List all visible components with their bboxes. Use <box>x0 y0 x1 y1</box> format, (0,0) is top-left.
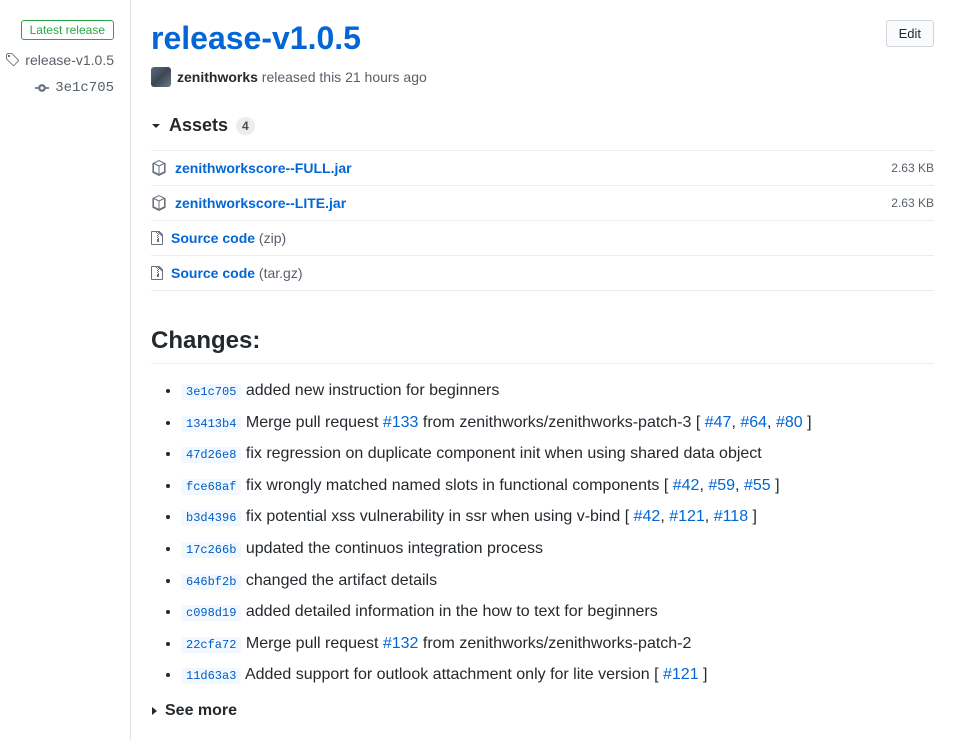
chevron-down-icon <box>151 121 161 131</box>
commit-hash[interactable]: 47d26e8 <box>181 447 241 463</box>
author-link[interactable]: zenithworks <box>177 69 258 85</box>
asset-link[interactable]: zenithworkscore--FULL.jar <box>175 160 352 176</box>
asset-suffix: (zip) <box>255 230 286 246</box>
assets-list: zenithworkscore--FULL.jar2.63 KBzenithwo… <box>151 150 934 291</box>
change-text: added detailed information in the how to… <box>241 603 657 620</box>
issue-link[interactable]: #59 <box>708 477 735 494</box>
issue-link[interactable]: #118 <box>714 508 748 525</box>
sidebar-commit-hash: 3e1c705 <box>55 80 114 96</box>
issue-link[interactable]: #80 <box>776 414 803 431</box>
asset-size: 2.63 KB <box>891 161 934 175</box>
tag-icon <box>5 52 19 68</box>
assets-toggle[interactable]: Assets 4 <box>151 115 934 136</box>
zip-icon <box>151 265 163 281</box>
change-item: fce68af fix wrongly matched named slots … <box>181 473 934 499</box>
change-text: ] <box>771 477 780 494</box>
pr-link[interactable]: #133 <box>383 414 419 431</box>
release-time: released this 21 hours ago <box>258 69 427 85</box>
issue-link[interactable]: #42 <box>673 477 700 494</box>
asset-link[interactable]: Source code (tar.gz) <box>171 265 303 281</box>
release-meta: zenithworks released this 21 hours ago <box>151 67 934 87</box>
change-text: from zenithworks/zenithworks-patch-3 [ <box>418 414 704 431</box>
asset-link[interactable]: zenithworkscore--LITE.jar <box>175 195 346 211</box>
commit-hash[interactable]: 646bf2b <box>181 574 241 590</box>
change-item: b3d4396 fix potential xss vulnerability … <box>181 504 934 530</box>
release-main: Edit release-v1.0.5 zenithworks released… <box>131 0 962 740</box>
change-text: from zenithworks/zenithworks-patch-2 <box>418 635 691 652</box>
change-item: 3e1c705 added new instruction for beginn… <box>181 378 934 404</box>
change-item: 22cfa72 Merge pull request #132 from zen… <box>181 631 934 657</box>
issue-link[interactable]: #42 <box>634 508 661 525</box>
package-icon <box>151 195 167 211</box>
issue-link[interactable]: #47 <box>705 414 732 431</box>
zip-icon <box>151 230 163 246</box>
assets-count: 4 <box>236 117 255 135</box>
commit-hash[interactable]: 17c266b <box>181 542 241 558</box>
release-title[interactable]: release-v1.0.5 <box>151 20 934 57</box>
asset-row: Source code (tar.gz) <box>151 255 934 291</box>
change-item: 11d63a3 Added support for outlook attach… <box>181 662 934 688</box>
change-item: 17c266b updated the continuos integratio… <box>181 536 934 562</box>
commit-hash[interactable]: b3d4396 <box>181 510 241 526</box>
commit-hash[interactable]: 22cfa72 <box>181 637 241 653</box>
sidebar-tag-label: release-v1.0.5 <box>25 52 114 68</box>
issue-link[interactable]: #55 <box>744 477 771 494</box>
avatar[interactable] <box>151 67 171 87</box>
assets-title: Assets <box>169 115 228 136</box>
change-text: changed the artifact details <box>241 572 437 589</box>
change-text: fix potential xss vulnerability in ssr w… <box>241 508 633 525</box>
issue-link[interactable]: #121 <box>663 666 699 683</box>
edit-button[interactable]: Edit <box>886 20 934 47</box>
change-item: c098d19 added detailed information in th… <box>181 599 934 625</box>
change-text: Merge pull request <box>241 414 382 431</box>
sidebar-tag[interactable]: release-v1.0.5 <box>0 52 114 68</box>
change-item: 13413b4 Merge pull request #133 from zen… <box>181 410 934 436</box>
chevron-right-icon <box>151 706 159 716</box>
change-text: ] <box>748 508 757 525</box>
change-text: fix wrongly matched named slots in funct… <box>241 477 672 494</box>
asset-row: zenithworkscore--LITE.jar 2.63 KB <box>151 185 934 220</box>
commit-hash[interactable]: 11d63a3 <box>181 668 241 684</box>
change-text: Merge pull request <box>241 635 382 652</box>
asset-link[interactable]: Source code (zip) <box>171 230 286 246</box>
asset-row: zenithworkscore--FULL.jar 2.63 KB <box>151 150 934 185</box>
commit-hash[interactable]: 13413b4 <box>181 416 241 432</box>
change-item: 646bf2b changed the artifact details <box>181 568 934 594</box>
change-item: 47d26e8 fix regression on duplicate comp… <box>181 441 934 467</box>
change-text: ] <box>699 666 708 683</box>
commit-hash[interactable]: 3e1c705 <box>181 384 241 400</box>
see-more-toggle[interactable]: See more <box>151 702 934 720</box>
release-sidebar: Latest release release-v1.0.5 3e1c705 <box>0 0 131 740</box>
changes-list: 3e1c705 added new instruction for beginn… <box>151 378 934 688</box>
issue-link[interactable]: #121 <box>669 508 705 525</box>
sidebar-commit[interactable]: 3e1c705 <box>0 80 114 96</box>
commit-hash[interactable]: fce68af <box>181 479 241 495</box>
asset-row: Source code (zip) <box>151 220 934 255</box>
asset-size: 2.63 KB <box>891 196 934 210</box>
commit-icon <box>35 81 49 95</box>
changes-heading: Changes: <box>151 327 934 364</box>
see-more-label: See more <box>165 702 237 720</box>
pr-link[interactable]: #132 <box>383 635 419 652</box>
package-icon <box>151 160 167 176</box>
change-text: added new instruction for beginners <box>241 382 499 399</box>
asset-suffix: (tar.gz) <box>255 265 302 281</box>
change-text: updated the continuos integration proces… <box>241 540 543 557</box>
latest-release-badge: Latest release <box>21 20 114 40</box>
commit-hash[interactable]: c098d19 <box>181 605 241 621</box>
change-text: ] <box>803 414 812 431</box>
change-text: Added support for outlook attachment onl… <box>241 666 663 683</box>
issue-link[interactable]: #64 <box>740 414 767 431</box>
change-text: fix regression on duplicate component in… <box>241 445 761 462</box>
